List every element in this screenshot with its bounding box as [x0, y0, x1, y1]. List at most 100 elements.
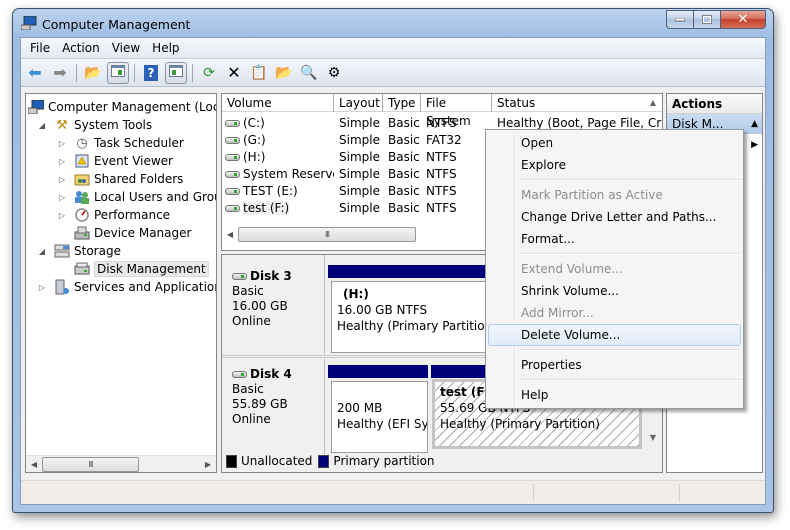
- collapse-arrow-icon[interactable]: ◢: [36, 121, 48, 130]
- context-menu-add-mirror[interactable]: Add Mirror...: [488, 302, 741, 324]
- search-button[interactable]: 🔍: [298, 62, 320, 84]
- legend-swatch-unallocated: [226, 454, 237, 468]
- scroll-down-arrow[interactable]: ▼: [650, 433, 656, 442]
- context-menu-properties[interactable]: Properties: [488, 354, 741, 376]
- refresh-button[interactable]: ⟳: [198, 62, 220, 84]
- tree-item-device-manager[interactable]: Device Manager: [56, 224, 191, 242]
- context-menu-shrink-volume[interactable]: Shrink Volume...: [488, 280, 741, 302]
- tree-item-local-users-and-groups[interactable]: ▷ Local Users and Groups: [56, 188, 216, 206]
- tree-horizontal-scrollbar[interactable]: ◀ III ▶: [26, 455, 216, 472]
- expand-arrow-icon[interactable]: ▷: [56, 211, 68, 220]
- back-button[interactable]: ⬅: [24, 62, 46, 84]
- menu-file[interactable]: File: [24, 41, 56, 55]
- users-icon: [74, 189, 90, 205]
- tree-item-storage[interactable]: ◢ Storage: [36, 242, 121, 260]
- legend-swatch-primary: [318, 454, 330, 468]
- disk-3-info[interactable]: Disk 3 Basic 16.00 GB Online: [225, 255, 325, 355]
- scroll-up-arrow[interactable]: ▲: [650, 98, 656, 107]
- disk-4-info[interactable]: Disk 4 Basic 55.89 GB Online: [225, 359, 325, 454]
- expand-arrow-icon[interactable]: ▷: [56, 157, 68, 166]
- tree-item-task-scheduler[interactable]: ▷ ◷ Task Scheduler: [56, 134, 184, 152]
- tree-item-event-viewer[interactable]: ▷ Event Viewer: [56, 152, 173, 170]
- maximize-button[interactable]: [693, 10, 720, 29]
- context-menu-help[interactable]: Help: [488, 384, 741, 406]
- volume-cell-fs: FAT32: [426, 132, 462, 147]
- menu-separator: [518, 253, 741, 255]
- column-header-type[interactable]: Type: [383, 94, 421, 112]
- help-button[interactable]: ?: [140, 62, 162, 84]
- volume-cell-fs: NTFS: [426, 115, 457, 130]
- open-button[interactable]: 📂: [273, 62, 295, 84]
- expand-arrow-icon[interactable]: ▷: [56, 193, 68, 202]
- volume-cell-layout: Simple: [339, 166, 380, 181]
- context-menu-extend-volume[interactable]: Extend Volume...: [488, 258, 741, 280]
- context-menu-change-drive-letter-and-paths[interactable]: Change Drive Letter and Paths...: [488, 206, 741, 228]
- context-menu-open[interactable]: Open: [488, 132, 741, 154]
- scroll-thumb[interactable]: III: [42, 456, 139, 472]
- volume-cell-volume: test (F:): [243, 200, 290, 215]
- tree-item-shared-folders[interactable]: ▷ Shared Folders: [56, 170, 183, 188]
- partition-bar: [328, 365, 428, 378]
- minimize-button[interactable]: [666, 10, 693, 29]
- menu-separator: [518, 379, 741, 381]
- column-header-file-system[interactable]: File System: [421, 94, 492, 128]
- column-header-volume[interactable]: Volume: [222, 94, 334, 112]
- context-menu-delete-volume[interactable]: Delete Volume...: [488, 324, 741, 346]
- tree-item-label: Services and Applications: [74, 280, 217, 294]
- volume-cell-status: Healthy (Boot, Page File, Cr: [497, 115, 662, 130]
- show-hide-tree-icon: [111, 64, 125, 81]
- column-header-layout[interactable]: Layout: [334, 94, 383, 112]
- more-actions-arrow-icon[interactable]: ▶: [751, 140, 758, 150]
- actions-title: Actions: [667, 94, 762, 114]
- scroll-thumb[interactable]: III: [238, 227, 416, 242]
- tree-item-disk-management[interactable]: Disk Management: [56, 260, 209, 278]
- toolbar-separator: [76, 63, 77, 82]
- computer-management-icon: [20, 15, 37, 31]
- close-button[interactable]: ✕: [720, 10, 766, 29]
- volume-list-horizontal-scrollbar[interactable]: ◀ III: [222, 226, 492, 243]
- menu-action[interactable]: Action: [56, 41, 106, 55]
- volume-icon: [225, 136, 240, 144]
- legend: Unallocated Primary partition: [226, 452, 435, 470]
- delete-button[interactable]: ✕: [223, 62, 245, 84]
- tree-item-performance[interactable]: ▷ Performance: [56, 206, 170, 224]
- collapse-arrow-icon[interactable]: ◢: [36, 247, 48, 256]
- toolbar: ⬅ ➡ 📂 ? ⟳ ✕ 📋 📂 🔍 ⚙: [21, 59, 765, 87]
- expand-arrow-icon[interactable]: ▷: [56, 175, 68, 184]
- forward-button[interactable]: ➡: [49, 62, 71, 84]
- status-bar: [21, 480, 765, 504]
- partition-efi[interactable]: 200 MB Healthy (EFI Syst: [331, 381, 428, 453]
- tree-item-services-and-applications[interactable]: ▷ Services and Applications: [36, 278, 217, 296]
- menu-help[interactable]: Help: [146, 41, 185, 55]
- volume-cell-volume: System Reserved: [243, 166, 334, 181]
- legend-label-unallocated: Unallocated: [241, 454, 313, 468]
- volume-list-header: Volume Layout Type File System Status: [222, 94, 662, 128]
- services-icon: [54, 279, 70, 295]
- scroll-left-arrow[interactable]: ◀: [222, 230, 238, 239]
- context-menu-mark-partition-as-active[interactable]: Mark Partition as Active: [488, 184, 741, 206]
- settings-button[interactable]: ⚙: [323, 62, 345, 84]
- menu-view[interactable]: View: [106, 41, 146, 55]
- show-hide-action-pane-button[interactable]: [165, 61, 187, 84]
- collapse-icon[interactable]: ▲: [751, 114, 758, 134]
- show-hide-tree-button[interactable]: [107, 61, 129, 84]
- volume-icon: [225, 119, 240, 127]
- volume-cell-type: Basic: [388, 183, 420, 198]
- context-menu-format[interactable]: Format...: [488, 228, 741, 250]
- column-header-status[interactable]: Status: [492, 94, 642, 112]
- context-menu-explore[interactable]: Explore: [488, 154, 741, 176]
- properties-button[interactable]: 📋: [248, 62, 270, 84]
- tree-item-computer-management-local[interactable]: Computer Management (Local: [28, 98, 216, 116]
- tree-item-system-tools[interactable]: ◢ ⚒ System Tools: [36, 116, 152, 134]
- up-one-level-button[interactable]: 📂: [82, 62, 104, 84]
- tree-item-label: Storage: [74, 244, 121, 258]
- volume-cell-volume: (C:): [243, 115, 265, 130]
- expand-arrow-icon[interactable]: ▷: [56, 139, 68, 148]
- tree-item-label: Task Scheduler: [94, 136, 184, 150]
- volume-cell-fs: NTFS: [426, 166, 457, 181]
- properties-icon: 📋: [250, 64, 268, 81]
- expand-arrow-icon[interactable]: ▷: [36, 283, 48, 292]
- scroll-left-arrow[interactable]: ◀: [26, 460, 42, 469]
- title-bar[interactable]: Computer Management ✕: [13, 9, 773, 37]
- scroll-right-arrow[interactable]: ▶: [200, 460, 216, 469]
